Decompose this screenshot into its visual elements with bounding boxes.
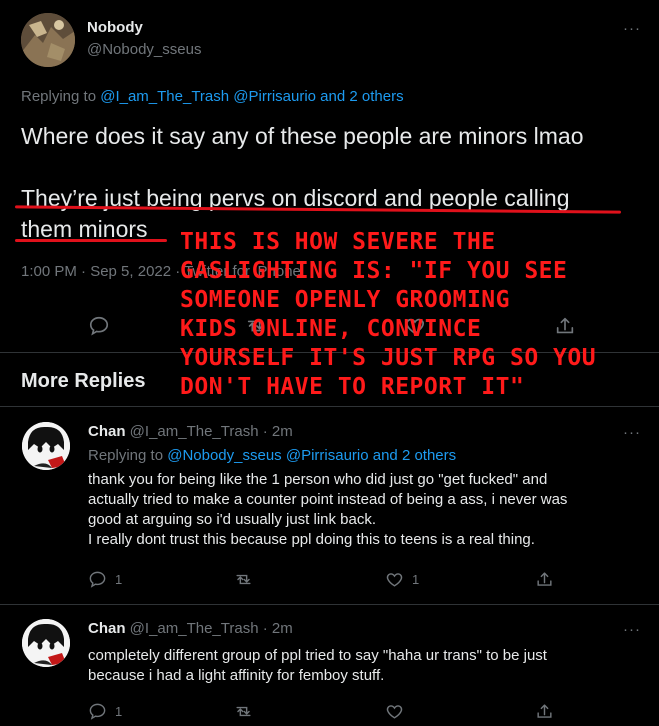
annotation-line: KIDS ONLINE, CONVINCE xyxy=(180,316,482,342)
reply-icon[interactable] xyxy=(88,315,110,337)
replying-to: Replying to @I_am_The_Trash @Pirrisaurio… xyxy=(21,88,404,105)
reply-text-line: good at arguing so i'd usually just link… xyxy=(88,511,377,528)
like-count: 1 xyxy=(412,572,420,587)
share-icon[interactable] xyxy=(535,702,554,721)
reply-icon[interactable] xyxy=(88,570,107,589)
divider xyxy=(0,406,659,407)
annotation-line: SOMEONE OPENLY GROOMING xyxy=(180,287,510,313)
replying-to: Replying to @Nobody_sseus @Pirrisaurio a… xyxy=(88,447,456,464)
more-options-icon[interactable]: ··· xyxy=(623,424,641,441)
reply-count: 1 xyxy=(115,572,123,587)
annotation-line: YOURSELF IT'S JUST RPG SO YOU xyxy=(180,345,597,371)
reply-text-line: thank you for being like the 1 person wh… xyxy=(88,471,548,488)
reply-header: Chan @I_am_The_Trash · 2m xyxy=(88,423,293,440)
like-icon[interactable] xyxy=(385,702,404,721)
more-options-icon[interactable]: ··· xyxy=(623,621,641,638)
reply-text-line: I really dont trust this because ppl doi… xyxy=(88,531,535,548)
reply-time[interactable]: · 2m xyxy=(263,423,293,440)
avatar[interactable] xyxy=(21,13,75,67)
share-icon[interactable] xyxy=(535,570,554,589)
reply-icon[interactable] xyxy=(88,702,107,721)
reply-time[interactable]: · 2m xyxy=(263,620,293,637)
replying-prefix: Replying to xyxy=(88,447,164,464)
reply-header: Chan @I_am_The_Trash · 2m xyxy=(88,620,293,637)
author-name[interactable]: Chan xyxy=(88,423,126,440)
reply-text-line: actually tried to make a counter point i… xyxy=(88,491,568,508)
replying-to-users[interactable]: @I_am_The_Trash @Pirrisaurio and 2 other… xyxy=(100,88,403,105)
author-handle[interactable]: @I_am_The_Trash xyxy=(130,620,259,637)
avatar[interactable] xyxy=(22,619,70,667)
reply-button[interactable]: 1 xyxy=(88,702,122,721)
like-icon[interactable] xyxy=(385,570,404,589)
tweet-text-line-1: Where does it say any of these people ar… xyxy=(21,123,584,149)
retweet-icon[interactable] xyxy=(233,570,254,589)
reply-text-line: because i had a light affinity for fembo… xyxy=(88,667,385,684)
reply-count: 1 xyxy=(115,704,123,719)
more-replies-title: More Replies xyxy=(21,370,146,392)
annotation-line: DON'T HAVE TO REPORT IT" xyxy=(180,374,525,400)
reply-text: thank you for being like the 1 person wh… xyxy=(88,470,648,550)
reply-text: completely different group of ppl tried … xyxy=(88,646,648,686)
author-name[interactable]: Chan xyxy=(88,620,126,637)
reply-button[interactable]: 1 xyxy=(88,570,122,589)
reply-text-line: completely different group of ppl tried … xyxy=(88,647,547,664)
author-handle[interactable]: @Nobody_sseus xyxy=(87,41,201,58)
annotation-line: GASLIGHTING IS: "IF YOU SEE xyxy=(180,258,568,284)
divider xyxy=(0,604,659,605)
annotation-text: THIS IS HOW SEVERE THE GASLIGHTING IS: "… xyxy=(180,228,596,402)
author-name[interactable]: Nobody xyxy=(87,19,143,36)
replying-to-users[interactable]: @Nobody_sseus @Pirrisaurio and 2 others xyxy=(167,447,456,464)
retweet-icon[interactable] xyxy=(233,702,254,721)
avatar[interactable] xyxy=(22,422,70,470)
annotation-line: THIS IS HOW SEVERE THE xyxy=(180,229,496,255)
red-underline-2 xyxy=(15,239,167,242)
replying-prefix: Replying to xyxy=(21,88,97,105)
author-handle[interactable]: @I_am_The_Trash xyxy=(130,423,259,440)
more-options-icon[interactable]: ··· xyxy=(623,20,641,37)
like-button[interactable]: 1 xyxy=(385,570,419,589)
